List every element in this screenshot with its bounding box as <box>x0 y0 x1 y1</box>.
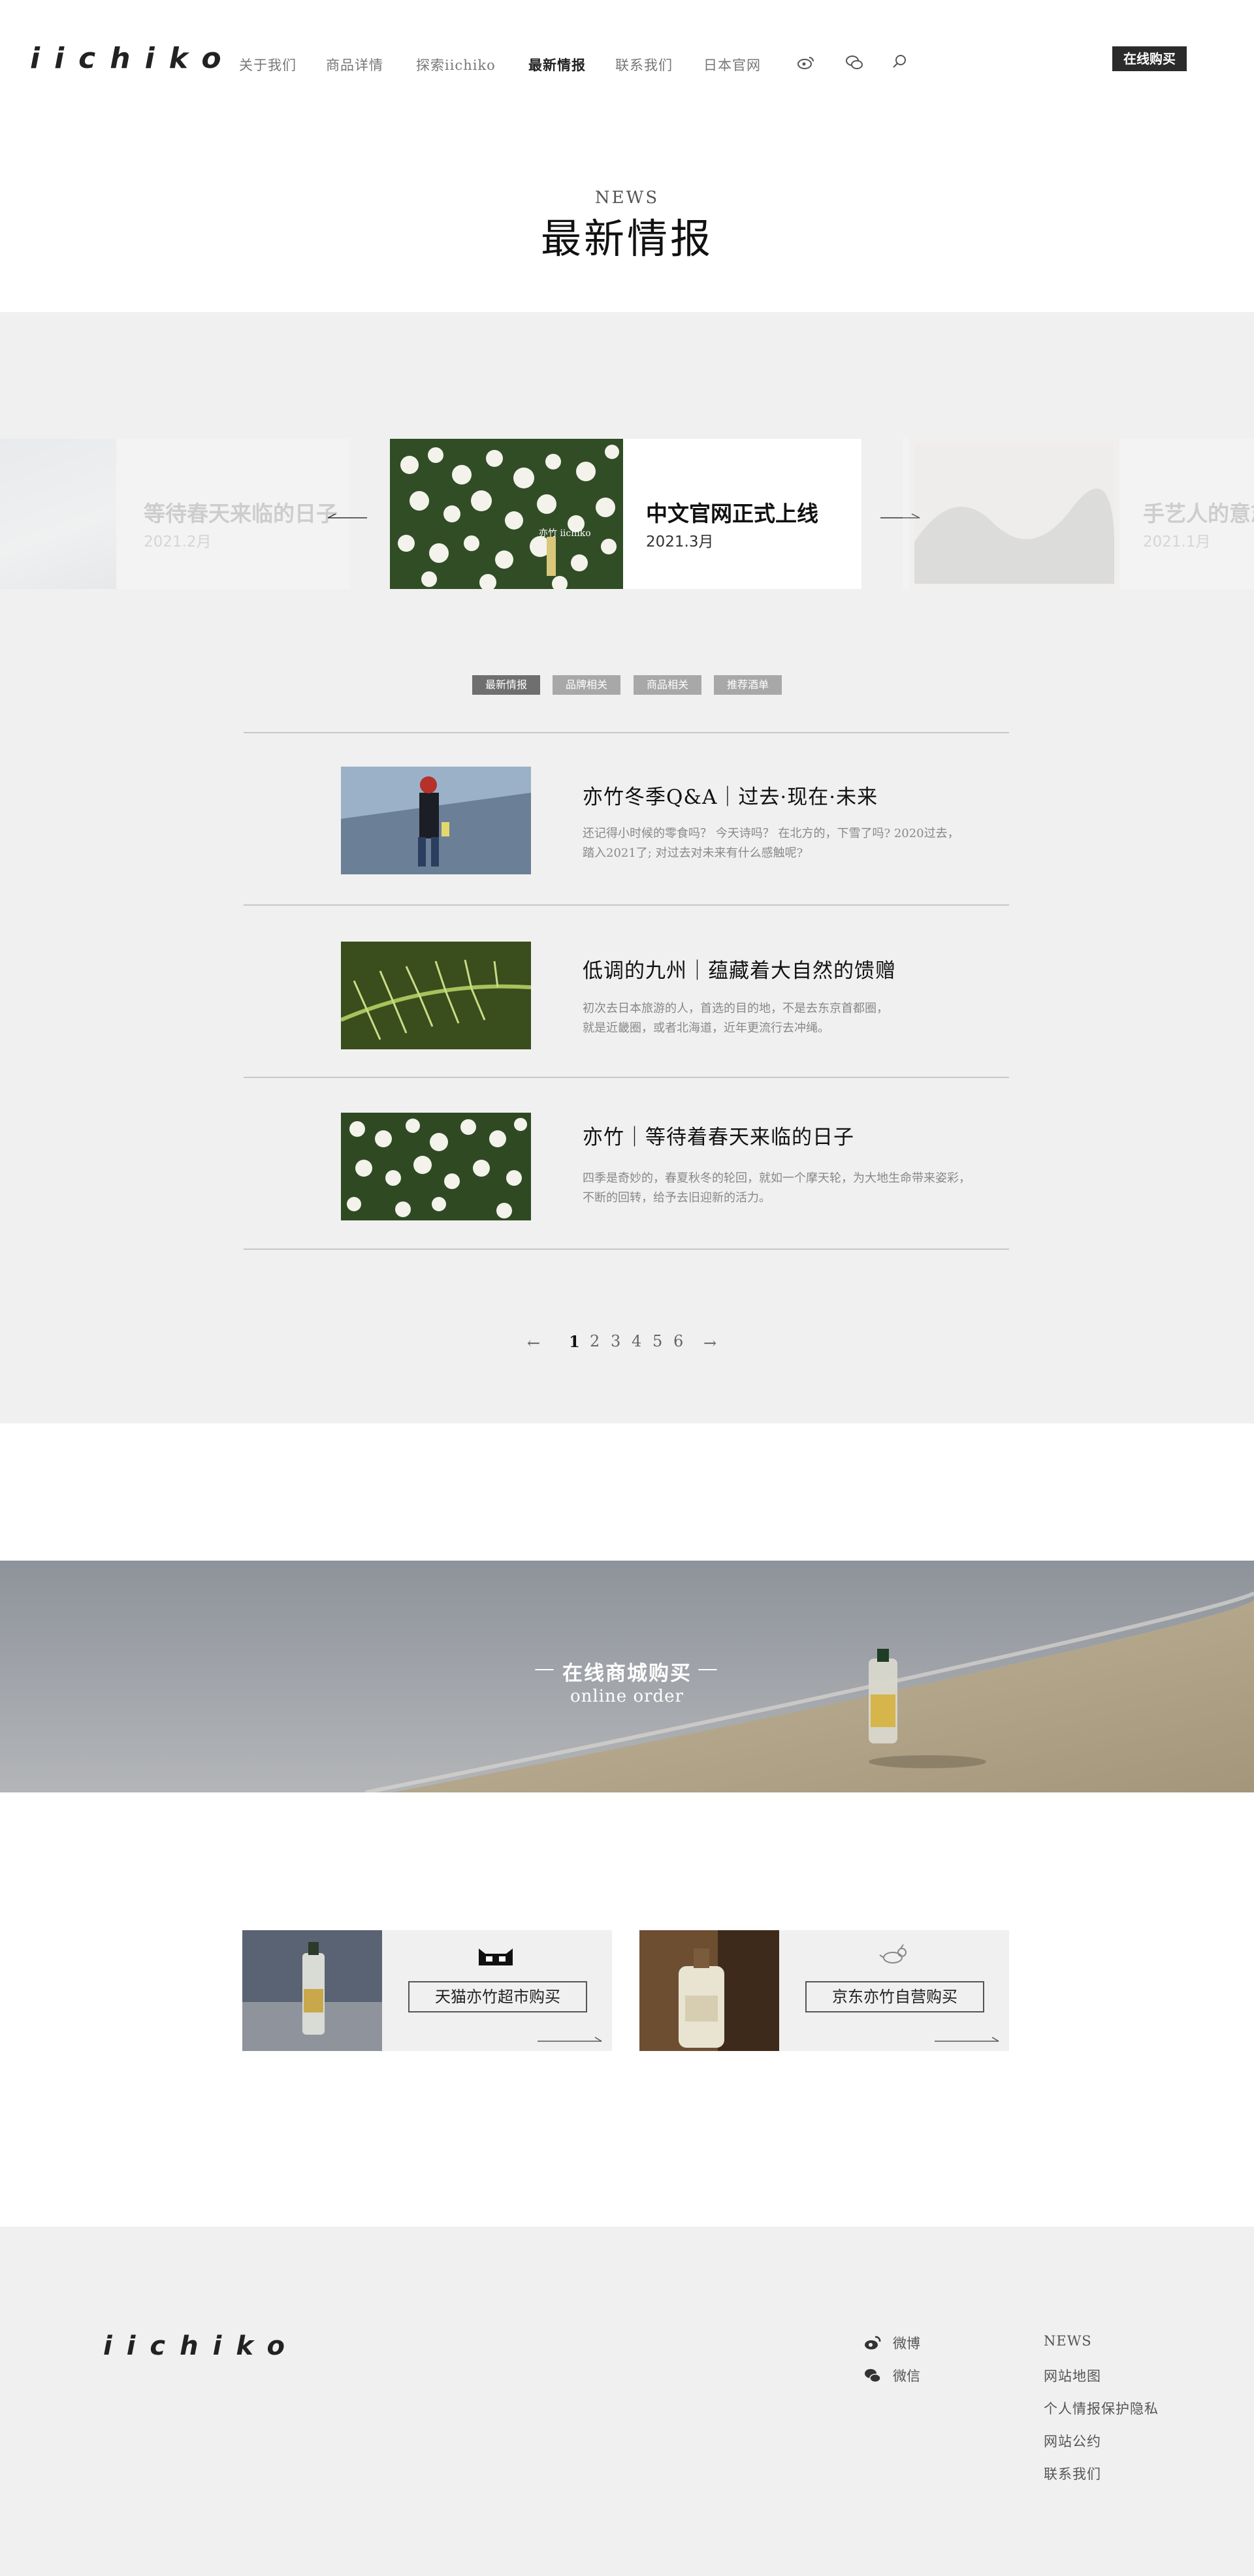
pagination-page[interactable]: 1 <box>569 1332 580 1351</box>
tag-news[interactable]: 最新情报 <box>472 675 540 695</box>
article-thumbnail[interactable] <box>341 942 531 1049</box>
article-title[interactable]: 亦竹冬季Q&A｜过去·现在·未来 <box>583 780 878 810</box>
divider <box>244 732 1009 733</box>
arrow-right-icon[interactable] <box>935 2036 1000 2043</box>
weibo-icon[interactable] <box>863 2334 882 2351</box>
arrow-right-icon[interactable] <box>538 2036 603 2043</box>
article-thumbnail[interactable] <box>341 1113 531 1220</box>
pagination-prev-button[interactable]: ← <box>527 1334 540 1352</box>
article-desc-line: 四季是奇妙的，春夏秋冬的轮回，就如一个摩天轮，为大地生命带来姿彩， <box>583 1171 971 1185</box>
tmall-buy-button[interactable]: 天猫亦竹超市购买 <box>408 1981 587 2012</box>
footer-link-news[interactable]: NEWS <box>1044 2333 1092 2349</box>
article-desc-line: 就是近畿圈，或者北海道，近年更流行去冲绳。 <box>583 1021 829 1035</box>
carousel-image-caption: 亦竹 iichiko <box>539 528 591 539</box>
carousel-prev-date: 2021.2月 <box>144 533 212 550</box>
site-logo[interactable]: iichiko <box>30 42 236 75</box>
pagination-page[interactable]: 5 <box>652 1332 662 1350</box>
shop-image <box>639 1930 779 2051</box>
page-title: 最新情报 <box>540 215 713 262</box>
online-buy-button[interactable]: 在线购买 <box>1112 46 1187 71</box>
shop-card-tmall[interactable]: 天猫亦竹超市购买 <box>242 1930 612 2051</box>
jd-buy-button[interactable]: 京东亦竹自营购买 <box>805 1981 984 2012</box>
wechat-icon[interactable] <box>844 52 864 72</box>
carousel-current-title: 中文官网正式上线 <box>646 501 818 526</box>
pagination-page[interactable]: 2 <box>590 1332 600 1350</box>
site-header: iichiko 关于我们 商品详情 探索iichiko 最新情报 联系我们 日本… <box>0 0 1254 124</box>
search-icon[interactable] <box>890 52 910 72</box>
carousel-next-title: 手艺人的意志 <box>1143 501 1254 526</box>
nav-news[interactable]: 最新情报 <box>528 55 586 74</box>
carousel-card-prev[interactable]: 等待春天来临的日子 2021.2月 <box>0 439 350 589</box>
carousel-card-next[interactable]: 手艺人的意志 2021.1月 <box>903 439 1254 589</box>
carousel-prev-image <box>0 439 116 589</box>
article-desc-line: 不断的回转，给予去旧迎新的活力。 <box>583 1191 771 1205</box>
article-desc-line: 还记得小时候的零食吗？ 今天诗吗？ 在北方的，下雪了吗? 2020过去， <box>583 827 959 840</box>
nav-contact[interactable]: 联系我们 <box>615 55 673 74</box>
footer-wechat-link[interactable]: 微信 <box>893 2366 920 2385</box>
article-title[interactable]: 亦竹｜等待着春天来临的日子 <box>583 1121 854 1150</box>
carousel-next-image <box>909 439 1119 589</box>
weibo-icon[interactable] <box>796 52 816 72</box>
pagination-page[interactable]: 6 <box>673 1332 683 1350</box>
carousel-prev-title: 等待春天来临的日子 <box>144 501 338 526</box>
shop-card-jd[interactable]: 京东亦竹自营购买 <box>639 1930 1009 2051</box>
banner-subtitle: online order <box>570 1687 684 1706</box>
page-title-en: NEWS <box>594 188 660 208</box>
carousel-current-image: 亦竹 iichiko <box>390 439 623 589</box>
article-desc-line: 踏入2021了; 对过去对未来有什么感触呢? <box>583 846 803 860</box>
shop-image <box>242 1930 382 2051</box>
jd-dog-icon <box>877 1943 910 1967</box>
footer-link-sitemap[interactable]: 网站地图 <box>1044 2366 1101 2385</box>
carousel-prev-arrow-icon[interactable] <box>327 513 368 519</box>
banner-title: 在线商城购买 <box>562 1662 692 1685</box>
nav-explore[interactable]: 探索iichiko <box>416 55 496 74</box>
footer-weibo-link[interactable]: 微博 <box>893 2333 920 2353</box>
carousel-next-date: 2021.1月 <box>1143 533 1211 550</box>
nav-japan-site[interactable]: 日本官网 <box>703 55 761 74</box>
tag-brand[interactable]: 品牌相关 <box>553 675 620 695</box>
divider <box>244 904 1009 906</box>
divider <box>244 1248 1009 1250</box>
site-footer: iichiko 微博 微信 NEWS 网站地图 个人情报保护隐私 网站公约 联系… <box>0 2227 1254 2576</box>
footer-link-contact[interactable]: 联系我们 <box>1044 2464 1101 2483</box>
carousel-current-date: 2021.3月 <box>646 533 714 550</box>
article-title[interactable]: 低调的九州｜蕴藏着大自然的馈赠 <box>583 954 896 983</box>
pagination-page[interactable]: 3 <box>611 1332 620 1350</box>
pagination-page[interactable]: 4 <box>632 1332 641 1350</box>
pagination-next-button[interactable]: → <box>703 1334 716 1352</box>
tag-recipes[interactable]: 推荐酒单 <box>714 675 782 695</box>
footer-link-privacy[interactable]: 个人情报保护隐私 <box>1044 2398 1159 2418</box>
banner-dash-right: — <box>698 1657 718 1680</box>
nav-about[interactable]: 关于我们 <box>239 55 297 74</box>
divider <box>244 1077 1009 1078</box>
wechat-icon[interactable] <box>863 2367 882 2384</box>
tmall-icon <box>476 1947 515 1967</box>
nav-products[interactable]: 商品详情 <box>326 55 383 74</box>
footer-link-terms[interactable]: 网站公约 <box>1044 2431 1101 2451</box>
article-desc-line: 初次去日本旅游的人，首选的目的地，不是去东京首都圈， <box>583 1002 888 1015</box>
article-thumbnail[interactable] <box>341 767 531 874</box>
carousel-card-current[interactable]: 亦竹 iichiko 中文官网正式上线 2021.3月 <box>390 439 861 589</box>
tag-products[interactable]: 商品相关 <box>634 675 701 695</box>
footer-logo[interactable]: iichiko <box>103 2331 299 2361</box>
